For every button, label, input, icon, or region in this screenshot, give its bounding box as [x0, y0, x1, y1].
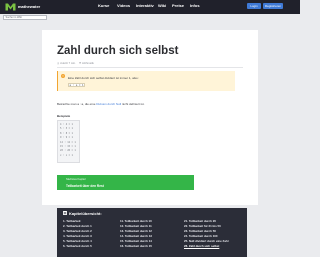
login-button[interactable]: Login: [247, 3, 261, 9]
toc-item[interactable]: 16. Teilbarkeit durch 15: [120, 244, 152, 249]
body-paragraph: Betrachte man a : a, die eine Division d…: [57, 102, 144, 106]
meta-category[interactable]: ☰ Arithmetik: [79, 61, 94, 65]
toc-column-1: 1. Teilbarkeit 2. Teilbarkeit durch 1 3.…: [63, 219, 92, 249]
chapter-overview-title: Kapitelübersicht:: [69, 210, 102, 216]
title-divider: [57, 67, 243, 68]
nav-item-interaktiv[interactable]: Interaktiv: [136, 3, 158, 8]
main-navigation: Kurse Videos Interaktiv Wiki Preise Info…: [98, 3, 209, 8]
brand-logo-icon: [5, 3, 16, 11]
next-chapter-label: Nächstes Kapitel: [66, 178, 86, 181]
site-logo[interactable]: mathewater: [5, 2, 40, 11]
definition-formula: a : a = 1: [68, 82, 85, 87]
page-title: Zahl durch sich selbst: [57, 45, 179, 57]
toc-item[interactable]: 6. Teilbarkeit durch 5: [63, 244, 92, 249]
definition-text: Eine Zahl durch sich selbst dividiert is…: [68, 76, 139, 80]
wiki-search-input[interactable]: Suche im Wiki: [3, 15, 47, 20]
nav-item-kurse[interactable]: Kurse: [98, 3, 117, 8]
article-meta: ◷ zuletzt 7 min. ☰ Arithmetik: [57, 61, 94, 65]
next-chapter-title: Teilbarkeit über den Rest: [66, 183, 104, 188]
next-chapter-button[interactable]: Nächstes Kapitel Teilbarkeit über den Re…: [57, 175, 194, 190]
nav-item-infos[interactable]: Infos: [190, 3, 209, 8]
article-card: Zahl durch sich selbst ◷ zuletzt 7 min. …: [42, 30, 258, 205]
toc-item[interactable]: 11. Teilbarkeit durch 10: [120, 219, 152, 224]
body-text-after: nicht definiert ist.: [121, 101, 145, 106]
brand-name: mathewater: [18, 4, 41, 9]
body-text-before: Betrachte man a : a, die eine: [57, 101, 96, 106]
toc-item[interactable]: 12. Teilbarkeit durch 11: [120, 224, 152, 229]
top-navigation-bar: mathewater Kurse Videos Interaktiv Wiki …: [0, 0, 300, 14]
toc-item[interactable]: 15. Teilbarkeit durch 14: [120, 239, 152, 244]
toc-item[interactable]: 2. Teilbarkeit durch 1: [63, 224, 92, 229]
toc-column-3: 21. Teilbarkeit durch 20 22. Teilbarkeit…: [184, 219, 229, 249]
register-button[interactable]: Registrieren: [263, 3, 283, 9]
toc-item-active[interactable]: 26. Zahl durch sich selbst: [184, 244, 229, 249]
chapter-overview-header: Kapitelübersicht:: [63, 211, 102, 216]
chapter-overview: Kapitelübersicht: 1. Teilbarkeit 2. Teil…: [57, 208, 247, 257]
nav-item-videos[interactable]: Videos: [117, 3, 136, 8]
nav-item-wiki[interactable]: Wiki: [158, 3, 172, 8]
examples-heading: Beispiele: [57, 114, 71, 118]
toc-item[interactable]: 13. Teilbarkeit durch 12: [120, 229, 152, 234]
toc-item[interactable]: 25. Null dividiert durch eine Zahl: [184, 239, 229, 244]
division-by-zero-link[interactable]: Division durch Null: [96, 102, 121, 106]
toc-item[interactable]: 3. Teilbarkeit durch 2: [63, 229, 92, 234]
toc-item[interactable]: 14. Teilbarkeit durch 13: [120, 234, 152, 239]
nav-item-preise[interactable]: Preise: [172, 3, 190, 8]
examples-box: 4 : 4 = 1 5 : 5 = 1 8 : 8 = 1 9 : 9 = 1 …: [57, 120, 80, 163]
toc-item[interactable]: 5. Teilbarkeit durch 4: [63, 239, 92, 244]
info-icon: !: [61, 74, 65, 78]
toc-item[interactable]: 4. Teilbarkeit durch 3: [63, 234, 92, 239]
list-icon: [63, 211, 67, 215]
toc-column-2: 11. Teilbarkeit durch 10 12. Teilbarkeit…: [120, 219, 152, 249]
example-row: x : x = 1: [60, 153, 73, 157]
definition-box: ! Eine Zahl durch sich selbst dividiert …: [57, 71, 235, 91]
meta-updated: ◷ zuletzt 7 min.: [57, 62, 76, 65]
